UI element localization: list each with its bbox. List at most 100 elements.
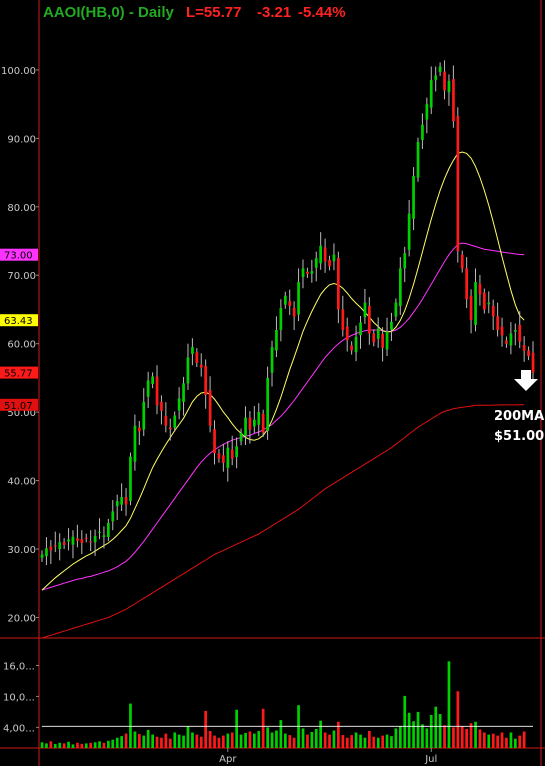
candle-body	[244, 417, 247, 437]
volume-bar	[266, 727, 269, 748]
stock-chart: 100.0090.0080.0070.0060.0050.0040.0030.0…	[0, 0, 545, 766]
candle-body	[230, 449, 234, 459]
candle-body	[310, 271, 314, 274]
candle-body	[107, 523, 110, 537]
candle-body	[509, 333, 513, 346]
volume-bar	[429, 715, 433, 748]
y-tick-label: 80.00	[7, 203, 36, 214]
candle-body	[407, 213, 411, 250]
candle-body	[522, 345, 526, 351]
candle-body	[111, 511, 115, 522]
x-tick-label: Jul	[424, 754, 437, 765]
volume-bar	[332, 730, 336, 748]
volume-bar	[403, 695, 407, 748]
volume-bar	[226, 733, 230, 748]
volume-bar	[505, 737, 508, 748]
candle-body	[456, 116, 460, 252]
volume-bar	[199, 736, 203, 748]
candle-body	[270, 347, 274, 373]
volume-bar	[394, 728, 398, 748]
y-tick-label: 90.00	[7, 134, 36, 145]
candle-body	[527, 350, 530, 356]
candle-body	[160, 401, 163, 411]
candle-body	[49, 546, 53, 551]
candle-body	[115, 501, 119, 507]
volume-bar	[45, 743, 48, 748]
candle-body	[164, 415, 168, 426]
candle-body	[257, 412, 261, 425]
volume-bar	[67, 741, 70, 748]
volume-bar	[341, 735, 345, 748]
volume-bar	[438, 714, 442, 748]
volume-bar	[350, 735, 353, 748]
candle-body	[45, 548, 48, 557]
header-change-pct: -5.44%	[298, 4, 346, 21]
candle-body	[483, 292, 486, 310]
volume-bar	[359, 734, 362, 748]
candle-body	[222, 455, 225, 463]
candle-body	[372, 333, 376, 343]
volume-bar	[372, 736, 376, 748]
candle-body	[478, 283, 482, 295]
volume-bar	[465, 728, 468, 748]
volume-bar	[500, 732, 504, 748]
volume-bar	[301, 728, 305, 748]
price-tag-label: 51.07	[4, 401, 33, 412]
candle-body	[226, 447, 230, 468]
volume-bar	[469, 723, 473, 748]
candle-body	[138, 427, 141, 432]
volume-bar	[107, 740, 110, 748]
candle-body	[434, 75, 438, 81]
candle-body	[261, 413, 265, 433]
candle-body	[350, 345, 353, 351]
candle-body	[505, 340, 508, 344]
volume-bar	[217, 737, 221, 748]
candle-body	[469, 295, 473, 320]
candle-body	[284, 295, 287, 305]
volume-bar	[124, 733, 128, 748]
volume-bar	[173, 732, 177, 748]
volume-bar	[328, 734, 331, 748]
volume-bar	[416, 711, 420, 748]
candle-body	[191, 347, 194, 354]
candle-body	[323, 247, 327, 262]
volume-bar	[522, 731, 526, 748]
volume-bar	[84, 743, 88, 748]
price-tag-label: 55.77	[4, 369, 33, 380]
candle-body	[345, 326, 349, 341]
candle-body	[266, 377, 269, 431]
candle-body	[288, 300, 292, 306]
candle-body	[452, 79, 455, 122]
candle-body	[89, 541, 92, 543]
candle-body	[235, 446, 238, 457]
candle-body	[297, 282, 300, 315]
price-tag-label: 73.00	[4, 251, 33, 262]
candle-body	[199, 364, 203, 368]
candle-body	[62, 542, 66, 545]
volume-bar	[381, 735, 384, 748]
volume-bar	[155, 736, 159, 748]
candle-body	[518, 324, 522, 342]
candle-body	[217, 453, 221, 459]
candle-body	[363, 302, 367, 318]
candle-body	[487, 302, 491, 305]
vol-tick-label: 16,0...	[3, 661, 35, 672]
candle-body	[403, 253, 407, 269]
candle-body	[279, 308, 283, 330]
header-change: -3.21	[257, 4, 291, 21]
volume-bar	[376, 737, 380, 748]
volume-bar	[222, 735, 225, 748]
volume-bar	[182, 735, 185, 748]
candle-body	[129, 456, 132, 502]
candle-body	[40, 554, 44, 558]
volume-bar	[421, 724, 424, 748]
candle-body	[354, 336, 358, 353]
volume-bar	[284, 733, 287, 748]
candle-body	[376, 328, 380, 339]
candle-body	[465, 268, 468, 300]
volume-bar	[76, 742, 79, 748]
candle-body	[314, 258, 318, 268]
candle-body	[248, 417, 252, 430]
volume-bar	[323, 732, 327, 748]
volume-bar	[354, 732, 358, 748]
